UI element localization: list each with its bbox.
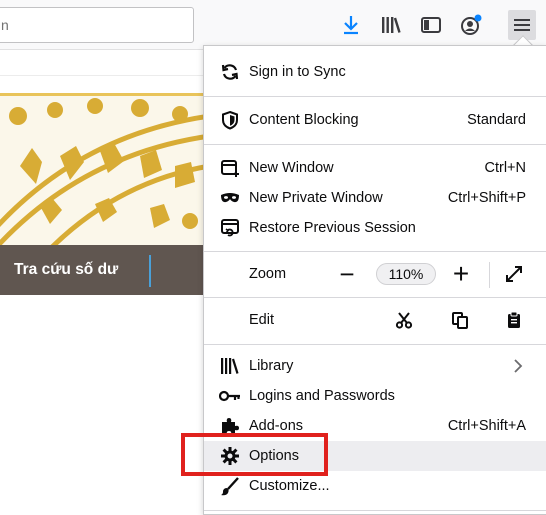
menu-item-content-blocking[interactable]: Content Blocking Standard — [204, 105, 546, 135]
menu-item-label: Edit — [249, 312, 274, 328]
shortcut-label: Ctrl+N — [484, 160, 527, 176]
menu-item-label: Sign in to Sync — [249, 64, 346, 80]
menu-item-new-private-window[interactable]: New Private Window Ctrl+Shift+P — [204, 183, 546, 213]
account-icon[interactable] — [457, 10, 485, 40]
browser-toolbar: n — [0, 0, 546, 50]
key-icon — [219, 386, 241, 406]
url-bar[interactable]: n — [0, 7, 194, 43]
shortcut-label: Ctrl+Shift+P — [447, 190, 526, 206]
restore-session-icon — [219, 218, 241, 238]
zoom-divider — [489, 262, 490, 288]
balance-lookup-link[interactable]: Tra cứu số dư — [14, 261, 118, 279]
menu-separator — [204, 251, 546, 252]
fullscreen-icon[interactable] — [502, 259, 526, 289]
menu-separator — [204, 344, 546, 345]
menu-item-label: Customize... — [249, 478, 330, 494]
zoom-in-button[interactable]: + — [448, 259, 474, 289]
cut-icon[interactable] — [392, 305, 416, 335]
menu-item-label: Zoom — [249, 266, 287, 282]
menu-item-label: Logins and Passwords — [249, 388, 395, 404]
menu-item-sign-in-sync[interactable]: Sign in to Sync — [204, 57, 546, 87]
menu-item-new-window[interactable]: New Window Ctrl+N — [204, 153, 546, 183]
downloads-icon[interactable] — [337, 10, 365, 40]
nav-divider — [149, 255, 151, 287]
zoom-out-button[interactable]: − — [334, 259, 360, 289]
menu-separator — [204, 96, 546, 97]
shortcut-label: Ctrl+Shift+A — [447, 418, 526, 434]
menu-item-zoom: Zoom − 110% + — [204, 259, 546, 289]
menu-item-label: Library — [249, 358, 294, 374]
url-text: n — [1, 17, 9, 33]
library-icon[interactable] — [377, 10, 405, 40]
menu-separator — [204, 297, 546, 298]
menu-item-edit: Edit — [204, 305, 546, 335]
menu-item-label: Add-ons — [249, 418, 304, 434]
library-icon — [219, 356, 241, 376]
paintbrush-icon — [219, 476, 241, 496]
options-highlight-box — [181, 433, 328, 476]
menu-item-library[interactable]: Library — [204, 351, 546, 381]
menu-separator — [204, 510, 546, 511]
content-blocking-value: Standard — [467, 112, 526, 128]
menu-item-label: Content Blocking — [249, 112, 359, 128]
menu-item-logins-passwords[interactable]: Logins and Passwords — [204, 381, 546, 411]
menu-item-label: New Window — [249, 160, 334, 176]
site-nav-bar: Tra cứu số dư — [0, 245, 210, 295]
chevron-right-icon — [510, 351, 526, 381]
sync-icon — [219, 62, 241, 82]
menu-item-label: New Private Window — [249, 190, 383, 206]
paste-icon[interactable] — [502, 305, 526, 335]
new-window-icon — [219, 158, 241, 178]
shield-icon — [219, 110, 241, 130]
private-mask-icon — [219, 188, 241, 208]
sidebar-icon[interactable] — [417, 10, 445, 40]
drum-pattern-banner — [0, 93, 210, 245]
menu-item-label: Restore Previous Session — [249, 220, 416, 236]
copy-icon[interactable] — [448, 305, 472, 335]
zoom-reset-button[interactable]: 110% — [376, 263, 436, 285]
menu-separator — [204, 144, 546, 145]
menu-item-restore-session[interactable]: Restore Previous Session — [204, 213, 546, 243]
